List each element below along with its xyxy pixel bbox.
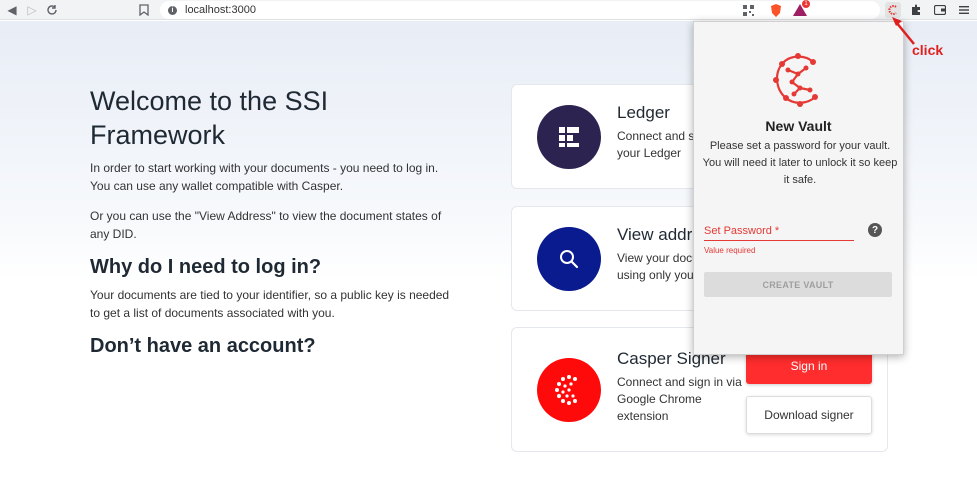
casper-vault-logo-icon xyxy=(768,50,828,112)
help-icon[interactable]: ? xyxy=(868,223,882,237)
search-icon xyxy=(537,227,601,291)
why-heading: Why do I need to log in? xyxy=(90,256,322,278)
wallet-icon[interactable] xyxy=(932,2,948,18)
ledger-icon xyxy=(537,105,601,169)
download-signer-button[interactable]: Download signer xyxy=(746,396,872,434)
qr-code-icon[interactable] xyxy=(740,2,756,18)
site-info-icon[interactable]: i xyxy=(168,5,177,15)
reload-icon[interactable] xyxy=(44,2,60,18)
bookmark-icon[interactable] xyxy=(136,2,152,18)
casper-signer-desc: Connect and sign in via Google Chrome ex… xyxy=(617,375,742,423)
menu-icon[interactable] xyxy=(956,2,972,18)
page-title: Welcome to the SSI Framework xyxy=(90,86,329,150)
casper-logo-icon xyxy=(537,358,601,422)
password-error-text: Value required xyxy=(704,246,756,255)
url-text: localhost:3000 xyxy=(185,4,256,16)
browser-toolbar: ◀ ▷ i localhost:3000 1 xyxy=(0,0,977,20)
view-address-note: Or you can use the "View Address" to vie… xyxy=(90,209,442,241)
create-vault-button[interactable]: CREATE VAULT xyxy=(704,272,892,297)
brave-rewards-icon[interactable]: 1 xyxy=(792,0,810,18)
welcome-section: Welcome to the SSI Framework In order to… xyxy=(90,84,460,358)
new-vault-popup: New Vault Please set a password for your… xyxy=(693,21,904,355)
popup-description: Please set a password for your vault. Yo… xyxy=(702,140,898,186)
click-annotation-label: click xyxy=(912,42,944,58)
forward-icon[interactable]: ▷ xyxy=(24,2,40,18)
ledger-title: Ledger xyxy=(617,103,670,122)
brave-shield-icon[interactable] xyxy=(768,2,784,18)
why-text: Your documents are tied to your identifi… xyxy=(90,288,450,320)
set-password-field[interactable]: Set Password * xyxy=(704,225,854,241)
rewards-badge: 1 xyxy=(802,0,810,8)
no-account-heading: Don’t have an account? xyxy=(90,335,316,357)
popup-title: New Vault xyxy=(765,118,832,134)
intro-text: In order to start working with your docu… xyxy=(90,161,439,193)
back-icon[interactable]: ◀ xyxy=(4,2,20,18)
